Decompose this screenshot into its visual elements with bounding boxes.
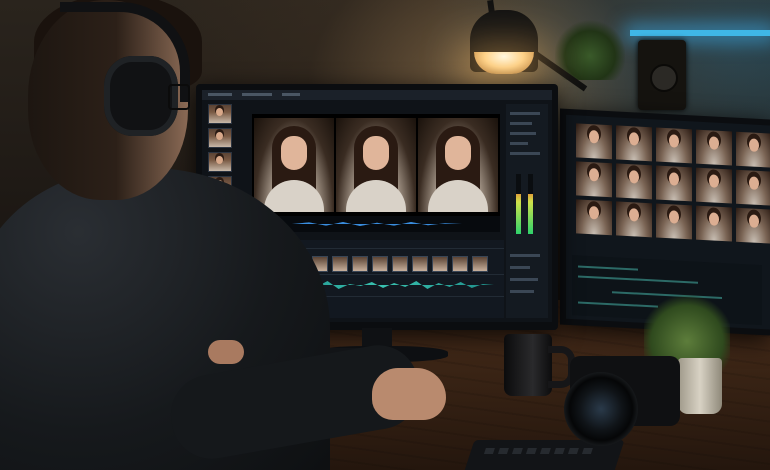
key xyxy=(539,448,551,454)
hand-on-keyboard xyxy=(208,340,244,364)
face-grid-tile xyxy=(696,205,732,242)
timeline-clip xyxy=(412,256,428,272)
menu-line xyxy=(208,93,232,96)
timeline-clip xyxy=(432,256,448,272)
menu-line xyxy=(282,93,300,96)
face xyxy=(281,136,307,170)
media-thumbnail xyxy=(208,152,232,172)
shelf-light xyxy=(630,30,770,36)
timeline-clip xyxy=(332,256,348,272)
headphones-icon xyxy=(104,56,178,136)
panel-line xyxy=(578,275,698,284)
key xyxy=(511,448,523,454)
timeline-clip xyxy=(472,256,488,272)
face-grid-tile xyxy=(616,201,652,238)
editor-menu-bar xyxy=(202,90,552,100)
media-thumbnail xyxy=(208,104,232,124)
face xyxy=(363,136,389,170)
preview-frame xyxy=(336,118,416,212)
key xyxy=(567,448,579,454)
face-grid-tile xyxy=(656,165,692,202)
face-grid-tile xyxy=(736,169,770,206)
audio-level-meter xyxy=(528,174,533,234)
preview-viewer xyxy=(252,114,500,216)
audio-level-meter xyxy=(516,174,521,234)
face-grid-tile xyxy=(696,167,732,204)
timeline-clip xyxy=(372,256,388,272)
preview-frame xyxy=(418,118,498,212)
face-grid-tile xyxy=(576,123,612,160)
key xyxy=(553,448,565,454)
panel-line xyxy=(510,122,532,125)
speaker-icon xyxy=(638,40,686,110)
plant-pot xyxy=(678,358,722,414)
inspector-panel xyxy=(506,104,548,318)
mug-icon xyxy=(504,334,552,396)
face-grid-tile xyxy=(576,199,612,236)
face-grid-tile xyxy=(736,131,770,168)
face-grid-tile xyxy=(656,203,692,240)
key xyxy=(525,448,537,454)
face xyxy=(445,136,471,170)
face-grid-tile xyxy=(616,163,652,200)
timeline-clip xyxy=(392,256,408,272)
panel-line xyxy=(510,152,540,155)
panel-line xyxy=(510,254,540,257)
panel-line xyxy=(510,132,536,135)
media-thumbnail xyxy=(208,128,232,148)
photo-scene xyxy=(0,0,770,470)
panel-line xyxy=(510,112,540,115)
timeline-clip xyxy=(352,256,368,272)
face-grid-tile xyxy=(656,127,692,164)
panel-line xyxy=(510,278,538,281)
panel-line xyxy=(510,290,534,293)
panel-line xyxy=(510,142,528,145)
face-grid-tile xyxy=(616,125,652,162)
preview-frame xyxy=(254,118,334,212)
timeline-clip xyxy=(452,256,468,272)
hand-on-mouse xyxy=(372,368,446,420)
face-grid-tile xyxy=(736,207,770,244)
face-grid-tile xyxy=(576,161,612,198)
face-grid-tile xyxy=(696,129,732,166)
camera-lens xyxy=(564,372,638,446)
key xyxy=(483,448,495,454)
key xyxy=(581,448,593,454)
glasses xyxy=(168,84,190,110)
panel-line xyxy=(578,265,638,271)
panel-line xyxy=(510,266,530,269)
menu-line xyxy=(242,93,272,96)
key xyxy=(497,448,509,454)
